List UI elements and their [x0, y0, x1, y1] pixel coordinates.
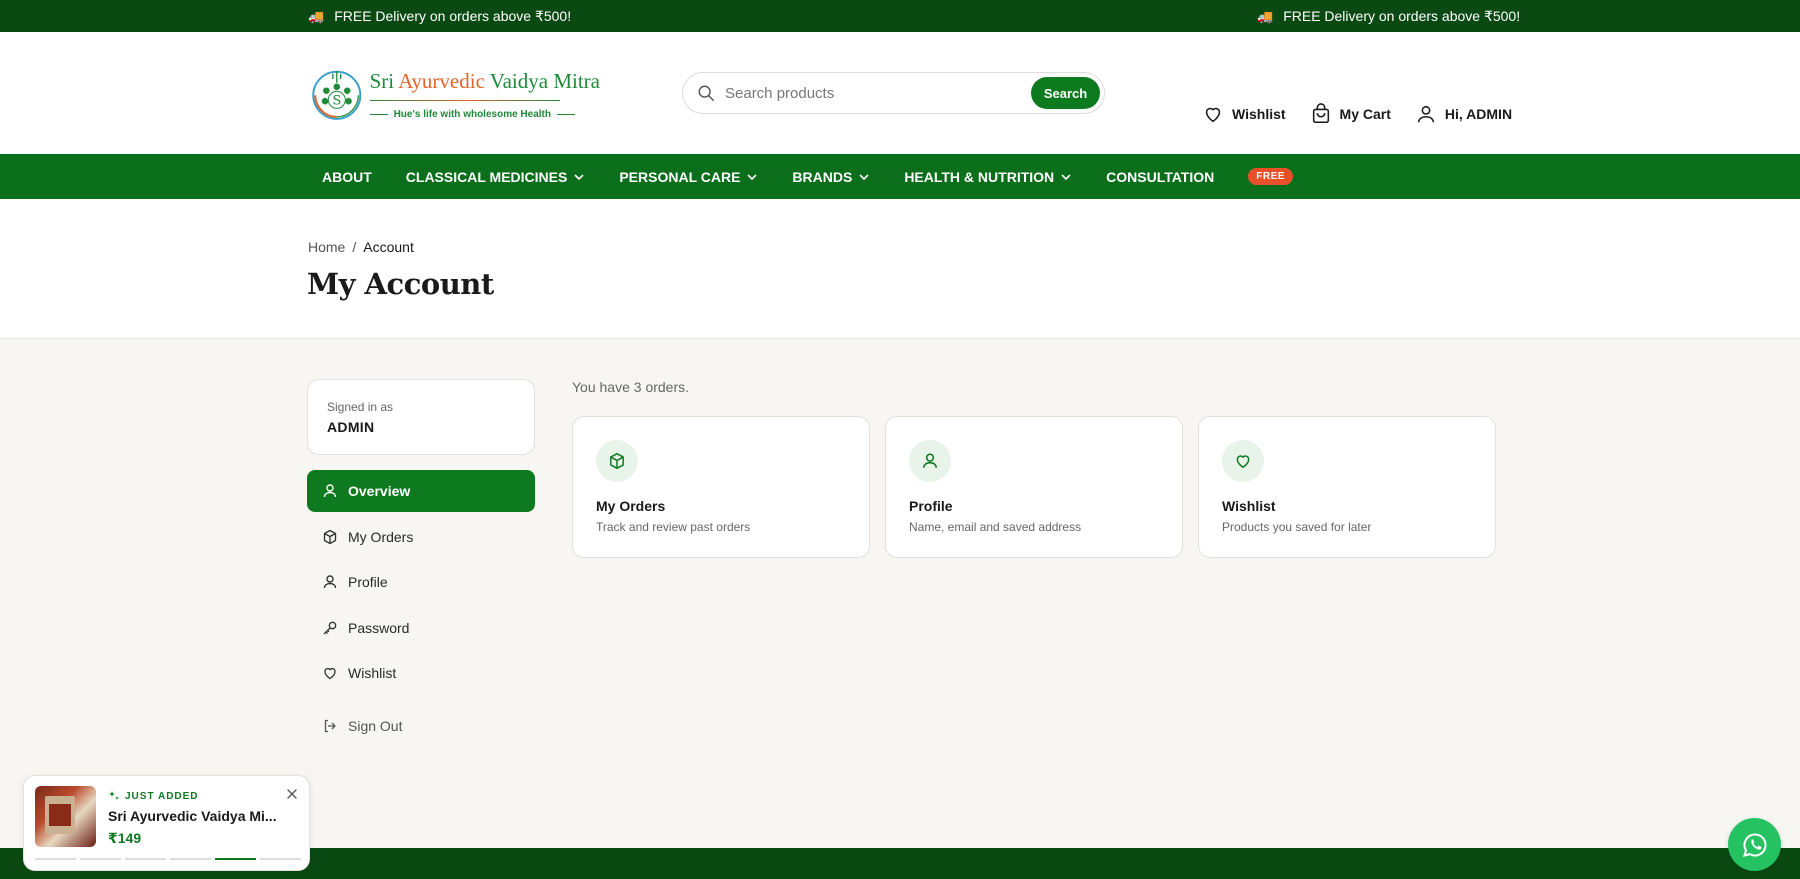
truck-icon: 🚚 — [308, 8, 325, 24]
orders-summary: You have 3 orders. — [572, 379, 690, 395]
truck-icon: 🚚 — [1257, 8, 1274, 24]
just-added-toast[interactable]: JUST ADDED Sri Ayurvedic Vaidya Mi... ₹1… — [23, 775, 310, 871]
shopping-bag-icon — [1312, 103, 1329, 124]
box-icon — [323, 529, 337, 544]
slide-indicator-segment — [35, 858, 76, 860]
card-my-orders[interactable]: My Orders Track and review past orders — [572, 416, 870, 558]
heart-icon — [1205, 107, 1221, 123]
card-title: Profile — [909, 498, 953, 514]
breadcrumb-current: Account — [363, 239, 414, 255]
sidebar-item-profile[interactable]: Profile — [307, 561, 535, 603]
page-header: Home / Account My Account — [0, 199, 1800, 339]
logo-title: Sri Ayurvedic Vaidya Mitra — [369, 68, 600, 93]
whatsapp-chat-button[interactable] — [1728, 818, 1781, 871]
toast-slide-indicator — [35, 858, 301, 860]
signed-in-name: ADMIN — [327, 419, 375, 435]
cart-link[interactable]: My Cart — [1310, 103, 1391, 125]
nav-item-personal-care[interactable]: PERSONAL CARE — [619, 169, 758, 185]
sidebar-item-wishlist[interactable]: Wishlist — [307, 652, 535, 694]
site-header: S Sri Ayurvedic Vaidya Mitra Hue's life … — [0, 32, 1800, 154]
site-logo[interactable]: S Sri Ayurvedic Vaidya Mitra Hue's life … — [310, 44, 600, 144]
logo-emblem-icon: S — [312, 70, 362, 120]
sparkle-icon — [109, 791, 119, 800]
card-wishlist[interactable]: Wishlist Products you saved for later — [1198, 416, 1496, 558]
search-bar: Search — [682, 72, 1105, 114]
user-icon — [923, 453, 937, 468]
user-icon — [323, 575, 337, 589]
product-thumbnail — [35, 786, 96, 847]
toast-product-price: ₹149 — [108, 830, 142, 846]
heart-icon — [324, 667, 336, 680]
toast-product-name[interactable]: Sri Ayurvedic Vaidya Mi... — [108, 808, 277, 824]
key-icon — [323, 621, 337, 634]
account-menu: Overview My Orders Profile Password Wish… — [307, 470, 535, 747]
chevron-down-icon — [747, 173, 757, 180]
account-link[interactable]: Hi, ADMIN — [1415, 103, 1512, 125]
card-description: Name, email and saved address — [909, 520, 1082, 534]
user-icon — [323, 484, 337, 498]
nav-item-brands[interactable]: BRANDS — [792, 169, 870, 185]
sidebar-item-my-orders[interactable]: My Orders — [307, 516, 535, 558]
announcement-message: 🚚 FREE Delivery on orders above ₹500! — [1257, 8, 1521, 24]
nav-item-health-nutrition[interactable]: HEALTH & NUTRITION — [904, 169, 1072, 185]
svg-text:S: S — [332, 93, 341, 108]
card-icon-wrap — [909, 440, 951, 482]
card-icon-wrap — [596, 440, 638, 482]
toast-label: JUST ADDED — [108, 790, 199, 802]
search-input[interactable] — [725, 84, 1031, 102]
sidebar-item-overview[interactable]: Overview — [307, 470, 535, 512]
main-nav: ABOUT CLASSICAL MEDICINES PERSONAL CARE … — [0, 154, 1800, 199]
card-profile[interactable]: Profile Name, email and saved address — [885, 416, 1183, 558]
card-title: Wishlist — [1222, 498, 1276, 514]
chevron-down-icon — [574, 173, 584, 180]
nav-item-about[interactable]: ABOUT — [322, 169, 372, 185]
slide-indicator-segment — [260, 858, 301, 860]
card-icon-wrap — [1222, 440, 1264, 482]
slide-indicator-segment — [125, 858, 166, 860]
sign-out-button[interactable]: Sign Out — [307, 705, 535, 747]
account-sidebar: Signed in as ADMIN Overview My Orders Pr… — [307, 379, 535, 751]
page-title: My Account — [307, 267, 494, 301]
chevron-down-icon — [1061, 173, 1071, 180]
user-icon — [1417, 105, 1435, 123]
nav-item-consultation[interactable]: CONSULTATION — [1106, 169, 1214, 185]
logo-tagline: Hue's life with wholesome Health — [369, 109, 600, 120]
heart-icon — [1236, 455, 1250, 468]
card-description: Products you saved for later — [1222, 520, 1372, 534]
chevron-down-icon — [859, 173, 869, 180]
signed-in-label: Signed in as — [327, 400, 394, 414]
overview-cards: My Orders Track and review past orders P… — [572, 416, 1496, 558]
announcement-message: 🚚 FREE Delivery on orders above ₹500! — [308, 8, 572, 24]
account-overview: You have 3 orders. My Orders Track and r… — [572, 379, 1496, 558]
slide-indicator-segment — [80, 858, 121, 860]
card-description: Track and review past orders — [596, 520, 751, 534]
header-actions: Wishlist My Cart Hi, ADMIN — [1202, 103, 1512, 125]
sign-out-icon — [324, 719, 336, 733]
box-icon — [610, 452, 624, 470]
breadcrumb-separator: / — [352, 239, 357, 255]
slide-indicator-segment — [170, 858, 211, 860]
wishlist-link[interactable]: Wishlist — [1202, 103, 1286, 125]
close-icon[interactable] — [285, 787, 299, 801]
nav-item-classical-medicines[interactable]: CLASSICAL MEDICINES — [406, 169, 586, 185]
search-icon — [698, 85, 714, 101]
announcement-bar: 🚚 FREE Delivery on orders above ₹500! 🚚 … — [0, 0, 1800, 32]
slide-indicator-segment — [215, 858, 256, 860]
breadcrumb: Home / Account — [308, 239, 414, 255]
whatsapp-icon — [1742, 832, 1766, 857]
signed-in-card: Signed in as ADMIN — [307, 379, 535, 455]
sidebar-item-password[interactable]: Password — [307, 607, 535, 649]
free-badge: FREE — [1248, 168, 1293, 185]
card-title: My Orders — [596, 498, 666, 514]
breadcrumb-home[interactable]: Home — [308, 239, 345, 255]
search-button[interactable]: Search — [1031, 77, 1100, 109]
